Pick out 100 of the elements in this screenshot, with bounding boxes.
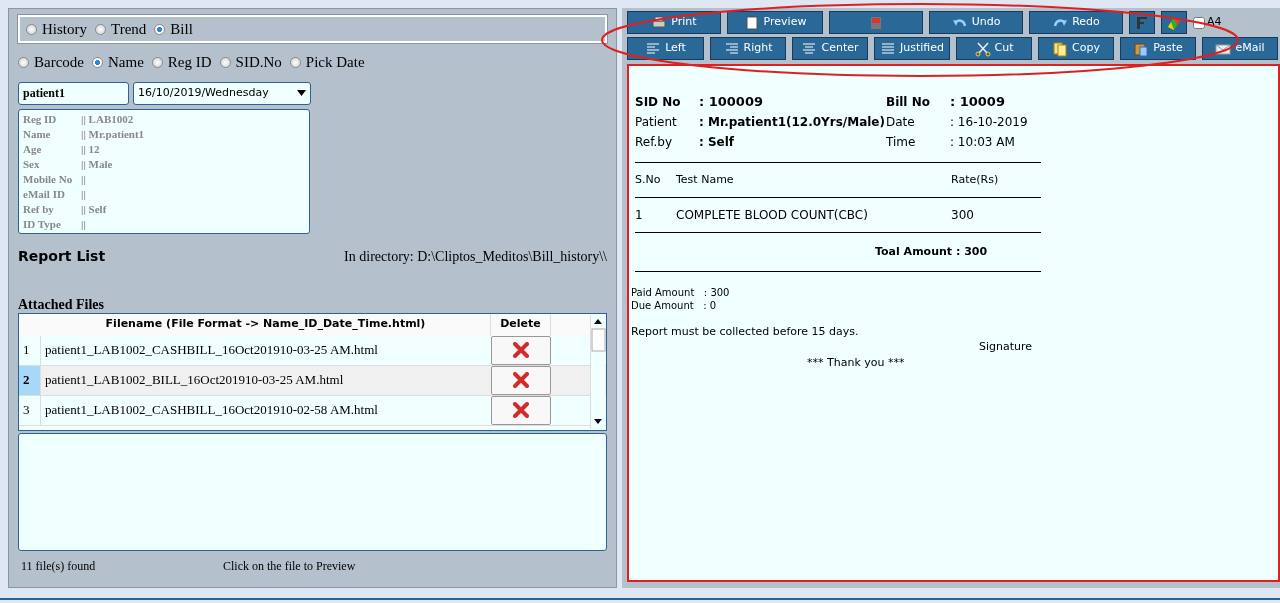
- align-center-icon: [801, 40, 818, 57]
- bill-field-value: : 10:03 AM: [950, 134, 1015, 151]
- attached-files-title: Attached Files: [18, 296, 105, 313]
- file-row[interactable]: 2 patient1_LAB1002_BILL_16Oct201910-03-25 AM.html: [19, 365, 606, 396]
- info-value: ||: [81, 216, 86, 232]
- radio-label: Trend: [111, 20, 147, 37]
- radio-label: Reg ID: [167, 54, 212, 70]
- info-value: ||: [81, 171, 86, 187]
- info-value: || Mr.patient1: [81, 126, 145, 142]
- radio-label: Name: [108, 54, 144, 70]
- info-value: || Self: [81, 201, 107, 217]
- name-field[interactable]: patient1: [18, 81, 129, 105]
- info-value: ||: [81, 186, 86, 202]
- radio-button[interactable]: [154, 23, 166, 35]
- row-number: 1: [19, 335, 41, 365]
- signature-label: Signature: [978, 338, 1034, 355]
- font-button[interactable]: [1129, 11, 1155, 34]
- info-label: ID Type: [23, 216, 62, 232]
- a4-checkbox[interactable]: [1193, 16, 1205, 29]
- undo-button[interactable]: Undo: [929, 11, 1023, 34]
- paid-amount: Paid Amount : 300: [631, 286, 731, 299]
- paste-button[interactable]: Paste: [1120, 37, 1196, 60]
- radio-label: Barcode: [34, 54, 84, 70]
- scissors-icon: [974, 40, 991, 57]
- radio-button[interactable]: [18, 57, 29, 68]
- align-right-icon: [723, 40, 740, 57]
- info-value: || Male: [81, 156, 113, 172]
- bill-item-cell-text: 300: [951, 207, 975, 224]
- info-label: Mobile No: [23, 171, 74, 187]
- radio-label: History: [42, 20, 87, 37]
- copy-button[interactable]: Copy: [1038, 37, 1114, 60]
- total-amount: Toal Amount : 300: [875, 243, 988, 260]
- thank-you-text: *** Thank you ***: [806, 355, 906, 371]
- radio-button[interactable]: [219, 57, 231, 68]
- bill-field-value: : 16-10-2019: [950, 114, 1028, 131]
- bill-column-header: Test Name: [676, 171, 735, 188]
- bill-field-label: Date: [886, 114, 916, 131]
- radio-label: Bill: [170, 20, 193, 37]
- bill-field-value: : 100009: [699, 93, 763, 112]
- info-label: Reg ID: [23, 111, 58, 127]
- bill-field-label: Time: [886, 134, 917, 151]
- pdf-button[interactable]: [829, 11, 923, 34]
- column-header: Filename (File Format -> Name_ID_Date_Time.html): [41, 313, 491, 336]
- cross-icon: [513, 372, 529, 388]
- cut-button[interactable]: Cut: [956, 37, 1032, 60]
- bill-note: Report must be collected before 15 days.: [630, 324, 860, 340]
- page-icon: [743, 14, 760, 31]
- paste-icon: [1133, 40, 1150, 57]
- scrollbar[interactable]: [590, 314, 605, 429]
- radio-button[interactable]: [151, 57, 163, 68]
- preview-button[interactable]: Preview: [727, 11, 823, 34]
- align-justify-icon: [880, 40, 896, 57]
- delete-button[interactable]: [491, 335, 551, 365]
- bill-field-value: : 10009: [950, 93, 1005, 112]
- bill-field-value: : Self: [699, 134, 735, 151]
- bill-field-value: : Mr.patient1(12.0Yrs/Male): [699, 114, 885, 131]
- dropdown-value: 16/10/2019/Wednesday: [138, 84, 269, 101]
- directory-path: In directory: D:\Cliptos_Meditos\Bill_history\\: [344, 247, 607, 266]
- bill-field-label: Ref.by: [635, 134, 674, 151]
- printer-icon: [651, 14, 668, 31]
- row-number: 3: [19, 395, 41, 425]
- file-count: 11 file(s) found: [21, 557, 97, 575]
- justified-button[interactable]: Justified: [874, 37, 950, 60]
- bill-item-cell-text: 1: [635, 207, 644, 224]
- email-button[interactable]: eMail: [1202, 37, 1278, 60]
- checkbox-label: A4: [1207, 14, 1222, 31]
- cross-icon: [513, 402, 529, 418]
- left-button[interactable]: Left: [627, 37, 704, 60]
- align-left-icon: [645, 40, 662, 57]
- right-button[interactable]: Right: [710, 37, 786, 60]
- font-icon: [1134, 14, 1150, 31]
- filename: patient1_LAB1002_CASHBILL_16Oct201910-02-58 AM.html: [44, 401, 379, 420]
- radio-button[interactable]: [289, 57, 301, 68]
- bill-field-label: SID No: [635, 94, 682, 111]
- radio-button[interactable]: [92, 57, 103, 68]
- color-button[interactable]: [1161, 11, 1187, 34]
- delete-button[interactable]: [491, 365, 551, 395]
- info-label: eMail ID: [23, 186, 66, 202]
- row-number: 2: [19, 365, 41, 395]
- due-amount: Due Amount : 0: [631, 299, 718, 312]
- info-value: || 12: [81, 141, 100, 157]
- date-dropdown[interactable]: 16/10/2019/Wednesday: [133, 81, 311, 105]
- radio-label: SID.No: [235, 54, 282, 70]
- center-button[interactable]: Center: [792, 37, 868, 60]
- report-list-title: Report List: [18, 246, 106, 266]
- delete-button[interactable]: [491, 395, 551, 425]
- caret-icon: [297, 90, 306, 96]
- column-header: Delete: [491, 313, 551, 336]
- info-label: Name: [23, 126, 52, 142]
- bill-field-label: Patient: [635, 114, 678, 131]
- filename: patient1_LAB1002_CASHBILL_16Oct201910-03-25 AM.html: [44, 341, 379, 360]
- radio-button[interactable]: [95, 23, 106, 35]
- info-label: Sex: [23, 156, 41, 172]
- info-label: Ref by: [23, 201, 55, 217]
- redo-button[interactable]: Redo: [1029, 11, 1123, 34]
- radio-button[interactable]: [26, 23, 37, 35]
- copy-icon: [1052, 40, 1069, 57]
- status-hint: Click on the file to Preview: [223, 557, 356, 575]
- bill-item-cell-text: COMPLETE BLOOD COUNT(CBC): [676, 207, 869, 224]
- radio-label: Pick Date: [305, 54, 365, 70]
